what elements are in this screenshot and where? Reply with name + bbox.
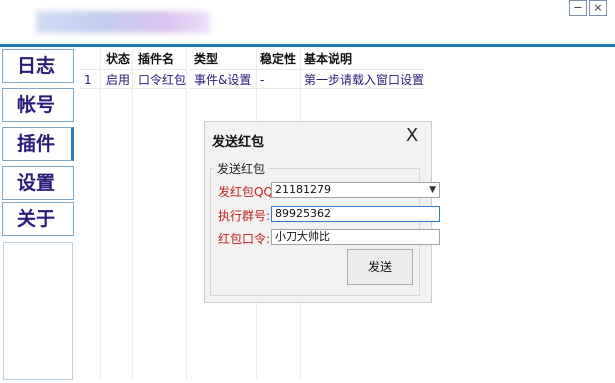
sidebar-item-about[interactable]: 关于 — [2, 202, 74, 236]
column-header-stability[interactable]: 稳定性 — [256, 49, 296, 69]
dialog-title: 发送红包 — [212, 135, 265, 150]
column-divider — [100, 49, 101, 379]
app-title-blurred — [36, 11, 210, 33]
group-number-label: 执行群号: — [218, 209, 271, 223]
close-button[interactable]: × — [589, 0, 607, 16]
table-cell-status[interactable]: 启用 — [102, 69, 132, 89]
qq-field-label: 发红包QQ: — [218, 185, 277, 199]
sidebar: 日志 帐号 插件 设置 关于 — [0, 47, 76, 383]
send-button[interactable]: 发送 — [347, 249, 413, 285]
column-divider — [186, 49, 187, 379]
sidebar-item-account[interactable]: 帐号 — [2, 88, 74, 122]
column-header-type[interactable]: 类型 — [190, 49, 218, 69]
column-header-description[interactable]: 基本说明 — [300, 49, 352, 69]
column-header-status[interactable]: 状态 — [102, 49, 130, 69]
chevron-down-icon[interactable]: ▼ — [429, 183, 436, 197]
command-label: 红包口令: — [218, 232, 271, 246]
table-cell-type[interactable]: 事件&设置 — [190, 69, 256, 89]
sidebar-panel — [3, 242, 73, 380]
send-redpacket-dialog: 发送红包 X 发送红包 发红包QQ: 21181279 ▼ 执行群号: 8992… — [204, 121, 440, 303]
sidebar-item-settings[interactable]: 设置 — [2, 166, 74, 200]
sidebar-item-plugins[interactable]: 插件 — [2, 127, 74, 161]
dialog-close-button[interactable]: X — [401, 124, 423, 148]
table-cell-name[interactable]: 口令红包 — [134, 69, 186, 89]
command-input[interactable]: 小刀大帅比 — [271, 229, 440, 245]
column-divider — [132, 49, 133, 379]
minimize-button[interactable]: − — [569, 0, 587, 16]
group-box-label: 发送红包 — [214, 160, 269, 177]
qq-select[interactable]: 21181279 ▼ — [271, 182, 440, 198]
column-header-name[interactable]: 插件名 — [134, 49, 174, 69]
title-bar: − × — [0, 0, 615, 44]
sidebar-item-log[interactable]: 日志 — [2, 49, 74, 83]
group-number-input[interactable]: 89925362 — [271, 206, 440, 222]
table-cell-stability[interactable]: - — [256, 69, 300, 89]
table-cell-description[interactable]: 第一步请载入窗口设置 — [300, 69, 425, 89]
qq-select-value: 21181279 — [275, 183, 331, 196]
table-row-index[interactable]: 1 — [80, 69, 100, 89]
